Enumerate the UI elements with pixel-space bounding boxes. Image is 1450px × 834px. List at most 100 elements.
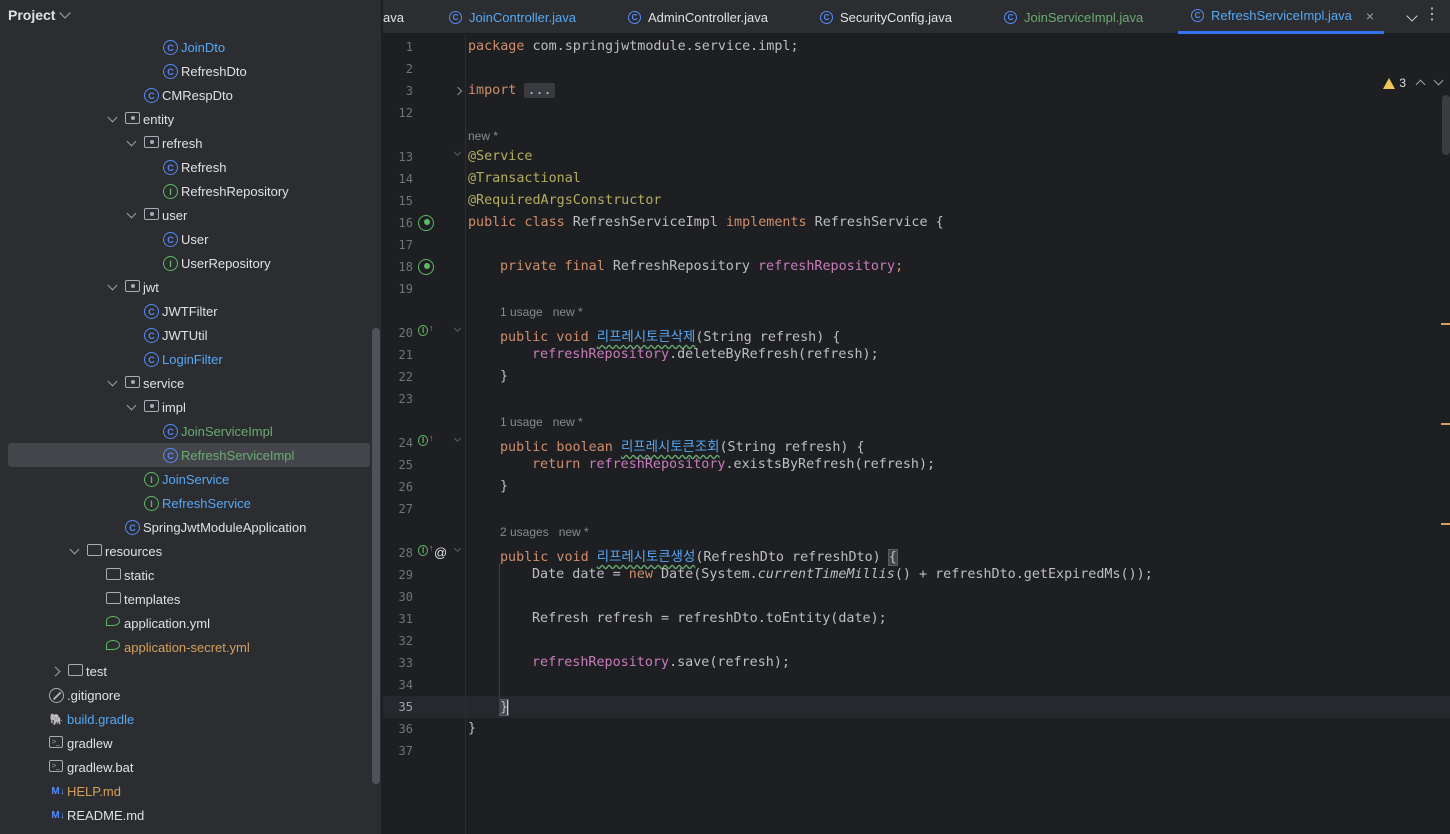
folder-icon — [87, 544, 102, 556]
tree-item[interactable]: templates — [0, 587, 372, 611]
implements-method-icon[interactable] — [418, 433, 434, 451]
folder-icon — [68, 664, 83, 676]
chevron-down-icon[interactable] — [105, 107, 119, 131]
tab-join-service-impl[interactable]: JoinServiceImpl.java — [1004, 0, 1143, 34]
inlay-hint: new * — [468, 129, 499, 143]
tree-item[interactable]: resources — [0, 539, 372, 563]
gradle-icon: 🐘 — [49, 714, 64, 726]
fold-expand-icon[interactable] — [453, 86, 463, 96]
tree-item[interactable]: 🐘 build.gradle — [0, 707, 372, 731]
tree-item[interactable]: static — [0, 563, 372, 587]
class-icon — [820, 10, 833, 24]
implements-method-icon[interactable] — [418, 323, 434, 341]
tree-item[interactable]: RefreshServiceImpl — [8, 443, 370, 467]
project-view-selector[interactable]: Project — [0, 0, 381, 30]
tree-item-label: User — [181, 231, 209, 247]
tree-item-label: JWTFilter — [162, 303, 218, 319]
tree-item[interactable]: jwt — [0, 275, 372, 299]
terminal-script-icon — [49, 760, 63, 772]
tree-item[interactable]: LoginFilter — [0, 347, 372, 371]
tree-item[interactable]: impl — [0, 395, 372, 419]
tree-item[interactable]: test — [0, 659, 372, 683]
tab-refresh-service-impl[interactable]: RefreshServiceImpl.java × — [1178, 0, 1385, 34]
package-folder-icon — [125, 280, 140, 292]
tree-item-label: UserRepository — [181, 255, 271, 271]
tree-item[interactable]: User — [0, 227, 372, 251]
tree-item[interactable]: M↓ README.md — [0, 803, 372, 827]
chevron-down-icon[interactable] — [105, 275, 119, 299]
tree-item[interactable]: JWTFilter — [0, 299, 372, 323]
package-folder-icon — [144, 136, 159, 148]
editor-tab-bar: ava JoinController.java AdminController.… — [383, 0, 1450, 34]
tree-item[interactable]: user — [0, 203, 372, 227]
implements-method-icon[interactable] — [418, 543, 434, 561]
tree-item[interactable]: application-secret.yml — [0, 635, 372, 659]
chevron-down-icon[interactable] — [124, 395, 138, 419]
class-icon — [1004, 10, 1017, 24]
tree-item[interactable]: JoinDto — [0, 35, 372, 59]
tree-item-label: resources — [105, 543, 163, 559]
tree-item[interactable]: RefreshRepository — [0, 179, 372, 203]
tree-item-label: SpringJwtModuleApplication — [143, 519, 307, 535]
tab-security-config[interactable]: SecurityConfig.java — [820, 0, 952, 34]
tree-item[interactable]: RefreshDto — [0, 59, 372, 83]
spring-bean-icon[interactable] — [418, 215, 434, 231]
folded-imports[interactable]: ... — [524, 83, 555, 98]
tree-item[interactable]: UserRepository — [0, 251, 372, 275]
tree-item[interactable]: JoinServiceImpl — [0, 419, 372, 443]
folder-icon — [106, 568, 121, 580]
autowired-bean-icon[interactable] — [418, 259, 434, 275]
tree-item-label: application.yml — [124, 615, 210, 631]
inlay-hint: 2 usages new * — [500, 525, 589, 539]
chevron-down-icon[interactable] — [124, 203, 138, 227]
fold-collapse-icon[interactable] — [453, 434, 462, 443]
class-icon — [1191, 9, 1204, 22]
tree-item-label: CMRespDto — [162, 87, 233, 103]
tree-item-label: user — [162, 207, 188, 223]
tree-item[interactable]: entity — [0, 107, 372, 131]
chevron-down-icon[interactable] — [124, 131, 138, 155]
chevron-down-icon[interactable] — [1406, 10, 1418, 22]
tree-item[interactable]: refresh — [0, 131, 372, 155]
yaml-file-icon — [106, 616, 120, 626]
tree-item[interactable]: gradlew.bat — [0, 755, 372, 779]
tree-item[interactable]: RefreshService — [0, 491, 372, 515]
tab-join-controller[interactable]: JoinController.java — [449, 0, 576, 34]
code-line: 25 return refreshRepository.existsByRefr… — [398, 457, 936, 472]
annotation-at-icon[interactable]: @ — [434, 545, 450, 561]
tree-item[interactable]: JWTUtil — [0, 323, 372, 347]
tree-item[interactable]: CMRespDto — [0, 83, 372, 107]
tree-item[interactable]: M↓ HELP.md — [0, 779, 372, 803]
tab-partial[interactable]: ava — [383, 0, 404, 34]
code-line: 1 package com.springjwtmodule.service.im… — [405, 39, 799, 54]
chevron-down-icon[interactable] — [67, 539, 81, 563]
more-vertical-icon[interactable]: ⋮ — [1424, 7, 1440, 23]
code-line: 18 private final RefreshRepository refre… — [398, 259, 904, 275]
package-folder-icon — [144, 208, 159, 220]
tree-item[interactable]: service — [0, 371, 372, 395]
tree-item[interactable]: SpringJwtModuleApplication — [0, 515, 372, 539]
close-icon[interactable]: × — [1366, 8, 1374, 24]
tree-item[interactable]: gradlew — [0, 731, 372, 755]
code-line: 3 import ... — [383, 80, 1450, 102]
tree-item[interactable]: JoinService — [0, 467, 372, 491]
chevron-right-icon[interactable] — [48, 659, 62, 683]
folder-icon — [106, 592, 121, 604]
fold-collapse-icon[interactable] — [453, 324, 462, 333]
chevron-down-icon[interactable] — [105, 371, 119, 395]
tree-item[interactable]: Refresh — [0, 155, 372, 179]
tree-item[interactable]: .gitignore — [0, 683, 372, 707]
tab-admin-controller[interactable]: AdminController.java — [628, 0, 768, 34]
tree-item[interactable]: application.yml — [0, 611, 372, 635]
fold-collapse-icon[interactable] — [453, 544, 462, 553]
inlay-hint: 1 usage new * — [500, 415, 583, 429]
code-line: 21 refreshRepository.deleteByRefresh(ref… — [398, 347, 879, 362]
tree-item-label: impl — [162, 399, 186, 415]
code-line: 15 @RequiredArgsConstructor — [398, 193, 662, 208]
code-editor[interactable]: 3 1 package com.springjwtmodule.service.… — [383, 35, 1450, 834]
project-scrollbar[interactable] — [372, 328, 380, 784]
fold-collapse-icon[interactable] — [453, 148, 462, 157]
class-icon — [163, 448, 178, 463]
tree-item-label: static — [124, 567, 155, 583]
interface-icon — [144, 496, 159, 511]
